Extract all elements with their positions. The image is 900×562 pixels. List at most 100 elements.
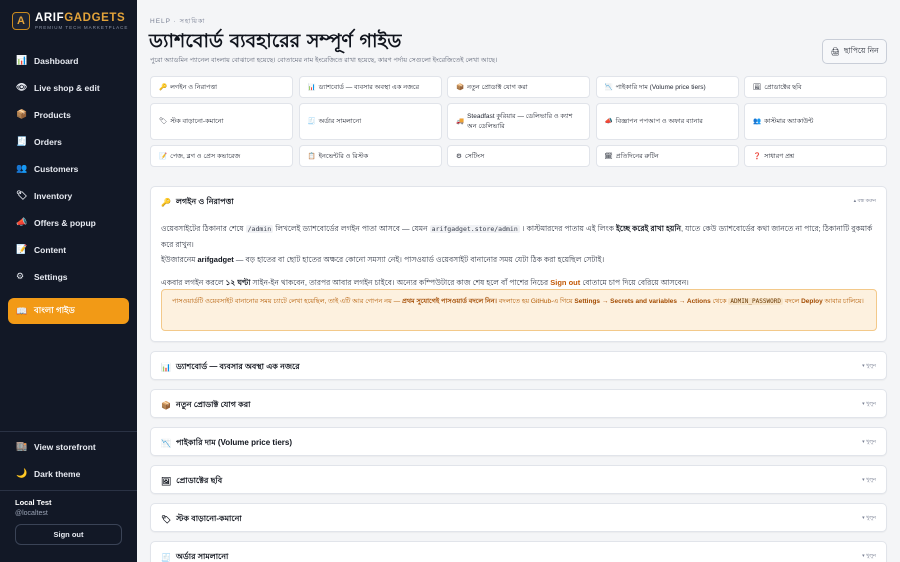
topic-pages-blog[interactable]: 📝 পেজ, ব্লগ ও প্রেস কভারেজ [150,145,293,167]
expand-toggle[interactable]: ▾ খুলুন [862,515,876,523]
topic-settings[interactable]: ⚙ সেটিংস [447,145,590,167]
topic-product-images[interactable]: 🖼 প্রোডাক্টের ছবি [744,76,887,98]
calendar-icon: 🗓 [604,153,613,160]
section-dashboard[interactable]: 📊 ড্যাশবোর্ড — ব্যবসার অবস্থা এক নজরে ▾ খ… [150,351,887,380]
sidebar: A ARIFGADGETS PREMIUM TECH MARKETPLACE 📊… [0,0,137,562]
brand[interactable]: A ARIFGADGETS PREMIUM TECH MARKETPLACE [12,12,128,30]
inline-code: /admin [245,225,274,233]
page-subtitle: পুরো অ্যাডমিন প্যানেল বাংলায় বোঝানো হয়… [150,57,498,64]
users-icon: 👥 [753,117,762,125]
box-icon: 📦 [456,84,465,91]
sidebar-item-inventory[interactable]: 🏷 Inventory [8,182,129,209]
breadcrumb: HELP · সহায়িকা [150,18,206,25]
image-icon: 🖼 [161,477,172,486]
moon-icon: 🌙 [16,468,28,478]
key-icon: 🔑 [161,198,171,207]
sidebar-item-products[interactable]: 📦 Products [8,101,129,128]
view-storefront-link[interactable]: 🏬 View storefront [8,433,129,460]
user-handle: @localtest [15,510,48,517]
megaphone-icon: 📣 [604,117,613,125]
dark-theme-toggle[interactable]: 🌙 Dark theme [8,460,129,487]
section-title[interactable]: 🔑 লগইন ও নিরাপত্তা [161,196,234,209]
expand-toggle[interactable]: ▾ খুলুন [862,363,876,371]
expand-toggle[interactable]: ▾ খুলুন [862,401,876,409]
topic-steadfast[interactable]: 🚚 Steadfast কুরিয়ার — ডেলিভারি ও ক্যাশ অ… [447,103,590,140]
section-title: নতুন প্রোডাক্ট যোগ করা [175,400,251,409]
sidebar-item-customers[interactable]: 👥 Customers [8,155,129,182]
receipt-icon: 🧾 [161,553,171,562]
truck-icon: 🚚 [456,117,465,125]
memo-icon: 📝 [16,244,28,254]
box-icon: 📦 [161,401,171,410]
print-button[interactable]: 🖨 ছাপিয়ে নিন [822,39,887,64]
section-volume-price[interactable]: 📉 পাইকারি দাম (Volume price tiers) ▾ খুলু… [150,427,887,456]
topic-orders[interactable]: 🧾 অর্ডার সামলানো [298,103,442,140]
tag-icon: 🏷 [161,515,172,524]
sidebar-item-bangla-guide[interactable]: 📖 বাংলা গাইড [8,298,129,324]
printer-icon: 🖨 [830,47,840,56]
section-login: 🔑 লগইন ও নিরাপত্তা ▴ বন্ধ করুন ওয়েবসাইটে… [150,186,887,342]
book-icon: 📖 [16,305,28,316]
section-stock[interactable]: 🏷 স্টক বাড়ানো-কমানো ▾ খুলুন [150,503,887,532]
section-orders[interactable]: 🧾 অর্ডার সামলানো ▾ খুলুন [150,541,887,562]
megaphone-icon: 📣 [16,217,28,227]
sidebar-item-content[interactable]: 📝 Content [8,236,129,263]
paragraph: ওয়েবসাইটের ঠিকানার শেষে /admin লিখলেই ড… [161,224,873,249]
user-info: Local Test @localtest [15,498,52,517]
sidebar-bottom-nav: 🏬 View storefront 🌙 Dark theme [8,433,129,487]
expand-toggle[interactable]: ▾ খুলুন [862,477,876,485]
expand-toggle[interactable]: ▾ খুলুন [862,553,876,561]
key-icon: 🔑 [159,84,168,91]
chart-icon: 📊 [16,55,28,65]
sidebar-item-orders[interactable]: 🧾 Orders [8,128,129,155]
store-icon: 🏬 [16,441,28,451]
collapse-toggle[interactable]: ▴ বন্ধ করুন [854,198,876,206]
topic-faq[interactable]: ❓ সাধারণ প্রশ্ন [744,145,887,167]
sign-out-button[interactable]: Sign out [15,524,122,545]
sidebar-divider [0,490,137,491]
tag-icon: 🏷 [159,117,168,125]
eye-icon: 👁 [16,82,28,92]
chart-down-icon: 📉 [604,84,613,91]
chart-icon: 📊 [307,84,316,91]
topic-login[interactable]: 🔑 লগইন ও নিরাপত্তা [150,76,293,98]
paragraph: ইউজারনেম arifgadget — বড় হাতের বা ছোট হ… [161,255,605,264]
topic-inventory[interactable]: 📋 ইনভেন্টরি ও রিস্টক [298,145,442,167]
section-product-images[interactable]: 🖼 প্রোডাক্টের ছবি ▾ খুলুন [150,465,887,494]
topic-grid: 🔑 লগইন ও নিরাপত্তা 📊 ড্যাশবোর্ড — ব্যবসার … [150,76,887,167]
expand-toggle[interactable]: ▾ খুলুন [862,439,876,447]
tag-icon: 🏷 [16,190,28,200]
section-title: স্টক বাড়ানো-কমানো [176,514,242,523]
section-title: ড্যাশবোর্ড — ব্যবসার অবস্থা এক নজরে [175,362,300,371]
topic-volume-price[interactable]: 📉 পাইকারি দাম (Volume price tiers) [595,76,739,98]
receipt-icon: 🧾 [16,136,28,146]
topic-add-product[interactable]: 📦 নতুন প্রোডাক্ট যোগ করা [447,76,590,98]
sidebar-item-dashboard[interactable]: 📊 Dashboard [8,47,129,74]
topic-dashboard[interactable]: 📊 ড্যাশবোর্ড — ব্যবসার অবস্থা এক নজরে [298,76,442,98]
sidebar-item-live-shop[interactable]: 👁 Live shop & edit [8,74,129,101]
section-body: ওয়েবসাইটের ঠিকানার শেষে /admin লিখলেই ড… [161,221,877,290]
inline-code: arifgadget.store/admin [429,225,520,233]
users-icon: 👥 [16,163,28,173]
brand-tagline: PREMIUM TECH MARKETPLACE [35,25,129,30]
clipboard-icon: 📋 [307,153,316,160]
inline-code: ADMIN_PASSWORD [728,298,783,305]
topic-customer-accounts[interactable]: 👥 কাস্টমার অ্যাকাউন্ট [744,103,887,140]
section-title: প্রোডাক্টের ছবি [176,476,223,485]
receipt-icon: 🧾 [307,117,316,125]
gear-icon: ⚙ [16,271,25,281]
section-add-product[interactable]: 📦 নতুন প্রোডাক্ট যোগ করা ▾ খুলুন [150,389,887,418]
chart-icon: 📊 [161,363,171,372]
user-name: Local Test [15,498,52,507]
sidebar-item-offers[interactable]: 📣 Offers & popup [8,209,129,236]
chart-down-icon: 📉 [161,439,171,448]
topic-popup[interactable]: 📣 বিজ্ঞাপন পপআপ ও অফার ব্যানার [595,103,739,140]
topic-daily-routine[interactable]: 🗓 প্রতিদিনের রুটিন [595,145,739,167]
main-content: HELP · সহায়িকা ড্যাশবোর্ড ব্যবহারের সম্… [137,0,900,562]
sidebar-divider [0,431,137,432]
box-icon: 📦 [16,109,28,119]
section-title: পাইকারি দাম (Volume price tiers) [175,438,292,447]
gear-icon: ⚙ [456,153,462,160]
sidebar-item-settings[interactable]: ⚙ Settings [8,263,129,290]
topic-stock[interactable]: 🏷 স্টক বাড়ানো-কমানো [150,103,293,140]
